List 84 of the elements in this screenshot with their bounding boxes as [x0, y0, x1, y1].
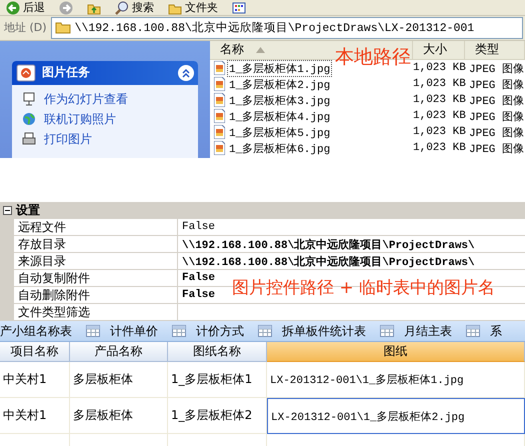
toolbar-button[interactable]: 后退	[6, 0, 45, 15]
table-cell: 中关村1	[0, 362, 70, 398]
column-header[interactable]: 产品名称	[70, 342, 168, 362]
property-value[interactable]: False	[182, 221, 216, 234]
tab[interactable]: 计价方式	[172, 322, 244, 340]
file-size: 1,023 KB	[413, 142, 465, 154]
column-header[interactable]: 图纸名称	[168, 342, 267, 362]
table-cell: 1_多层板柜体2	[168, 398, 267, 434]
file-size: 1,023 KB	[413, 78, 465, 90]
file-type: JPEG 图像	[468, 142, 525, 156]
property-name: 来源目录	[14, 253, 178, 270]
projector-screen-icon	[22, 92, 36, 106]
back-arrow-icon	[6, 0, 20, 14]
folder-icon	[54, 21, 71, 34]
address-label: 地址 (D)	[4, 20, 47, 36]
task-panel-title: 图片任务	[42, 64, 91, 82]
file-name[interactable]: 1_多层板柜体3.jpg	[227, 92, 332, 109]
table-icon	[466, 325, 480, 338]
property-value[interactable]: \\192.168.100.88\北京中远欣隆项目\ProjectDraws\	[182, 236, 475, 252]
file-type: JPEG 图像	[468, 78, 525, 92]
image-file-icon	[214, 77, 225, 92]
annotation-text: 图片控件路径 + 临时表中的图片名	[232, 277, 496, 300]
forward-arrow-icon	[59, 0, 73, 14]
file-type: JPEG 图像	[468, 126, 525, 140]
property-name: 远程文件	[14, 219, 178, 236]
tab[interactable]: 拆单板件统计表	[258, 322, 366, 340]
tab[interactable]: 产小组名称表	[0, 322, 72, 340]
table-cell: 1_多层板柜体1	[168, 362, 267, 398]
image-file-icon	[214, 61, 225, 76]
table-icon	[380, 325, 394, 338]
file-type: JPEG 图像	[468, 62, 525, 76]
file-name[interactable]: 1_多层板柜体2.jpg	[227, 76, 332, 93]
file-name[interactable]: 1_多层板柜体6.jpg	[227, 140, 332, 157]
property-value[interactable]: False	[182, 289, 216, 302]
image-file-icon	[214, 141, 225, 156]
column-header[interactable]: 大小	[413, 41, 447, 58]
image-file-icon	[214, 109, 225, 124]
table-icon	[172, 325, 186, 338]
image-file-icon	[214, 93, 225, 108]
property-value[interactable]: False	[182, 272, 216, 284]
task-link[interactable]: 打印图片	[44, 130, 92, 148]
file-size: 1,023 KB	[413, 62, 465, 74]
column-header[interactable]: 类型	[465, 41, 499, 58]
annotation-text: 本地路径	[335, 44, 411, 70]
file-size: 1,023 KB	[413, 94, 465, 106]
file-size: 1,023 KB	[413, 110, 465, 122]
table-cell: 多层板柜体	[70, 362, 168, 398]
file-size: 1,023 KB	[413, 126, 465, 138]
collapse-chevron-icon[interactable]	[181, 68, 191, 78]
table-cell: 多层板柜体	[70, 398, 168, 434]
collapse-toggle-icon[interactable]	[3, 206, 12, 216]
toolbar-button[interactable]	[232, 0, 246, 14]
tab[interactable]: 月结主表	[380, 322, 452, 340]
tab[interactable]: 系	[466, 322, 502, 340]
printer-icon	[22, 132, 36, 146]
column-header[interactable]: 图纸	[267, 342, 525, 362]
file-name[interactable]: 1_多层板柜体5.jpg	[227, 124, 332, 141]
tab[interactable]: 计件单价	[86, 322, 158, 340]
task-link[interactable]: 联机订购照片	[44, 110, 116, 128]
table-icon	[258, 325, 272, 338]
globe-icon	[22, 112, 36, 126]
picture-icon	[16, 64, 36, 82]
image-file-icon	[214, 125, 225, 140]
property-name: 自动删除附件	[14, 287, 178, 304]
table-cell: LX-201312-001\1_多层板柜体2.jpg	[267, 398, 525, 434]
address-field[interactable]: \\192.168.100.88\北京中远欣隆项目\ProjectDraws\LX-201312-001	[50, 16, 523, 39]
table-cell: 中关村1	[0, 398, 70, 434]
property-name: 自动复制附件	[14, 270, 178, 288]
toolbar-button[interactable]: 文件夹	[168, 0, 218, 15]
file-type: JPEG 图像	[468, 94, 525, 108]
table-icon	[86, 325, 100, 338]
task-link[interactable]: 作为幻灯片查看	[44, 90, 128, 108]
toolbar-button[interactable]: 搜索	[115, 0, 154, 15]
view-grid-icon	[232, 0, 246, 14]
search-icon	[115, 0, 129, 14]
category-title: 设置	[16, 202, 40, 220]
file-name[interactable]: 1_多层板柜体4.jpg	[227, 108, 332, 125]
column-header[interactable]: 名称	[210, 41, 265, 58]
file-name[interactable]: 1_多层板柜体1.jpg	[227, 60, 332, 77]
property-name: 存放目录	[14, 236, 178, 254]
column-header[interactable]: 项目名称	[0, 342, 70, 362]
table-cell: LX-201312-001\1_多层板柜体1.jpg	[267, 362, 525, 398]
file-type: JPEG 图像	[468, 110, 525, 124]
property-value[interactable]: \\192.168.100.88\北京中远欣隆项目\ProjectDraws\	[182, 254, 475, 269]
